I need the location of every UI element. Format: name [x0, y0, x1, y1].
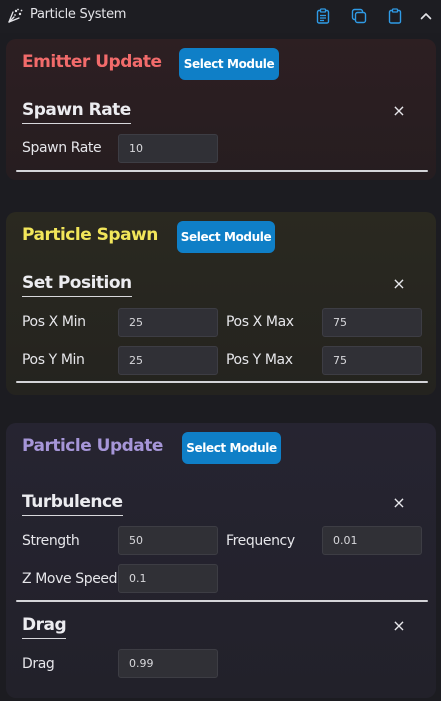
module-divider — [16, 600, 428, 602]
strength-input[interactable]: 50 — [118, 526, 218, 555]
copy-icon[interactable] — [349, 6, 369, 26]
module-divider — [16, 170, 428, 172]
emitter-update-section: Emitter Update Select Module Spawn Rate … — [6, 39, 436, 180]
pos-x-min-input[interactable]: 25 — [118, 308, 218, 337]
field-label-pos-y-max: Pos Y Max — [226, 352, 293, 368]
pos-x-max-input[interactable]: 75 — [322, 308, 422, 337]
particle-update-section: Particle Update Select Module Turbulence… — [6, 423, 436, 698]
field-label-pos-y-min: Pos Y Min — [22, 352, 85, 368]
module-title-spawn-rate: Spawn Rate — [22, 100, 131, 124]
section-title: Emitter Update — [22, 52, 162, 72]
field-label-drag: Drag — [22, 656, 55, 672]
field-label-pos-x-max: Pos X Max — [226, 314, 294, 330]
z-move-speed-input[interactable]: 0.1 — [118, 564, 218, 593]
clipboard-list-icon[interactable] — [313, 6, 333, 26]
module-title-set-position: Set Position — [22, 273, 132, 297]
field-label-pos-x-min: Pos X Min — [22, 314, 86, 330]
title-bar: Particle System — [0, 0, 441, 33]
particle-spawn-section: Particle Spawn Select Module Set Positio… — [6, 212, 436, 395]
drag-input[interactable]: 0.99 — [118, 649, 218, 678]
module-title-turbulence: Turbulence — [22, 492, 123, 516]
paste-icon[interactable] — [385, 6, 405, 26]
spawn-rate-input[interactable]: 10 — [118, 134, 218, 163]
chevron-up-icon[interactable] — [416, 6, 436, 26]
module-title-drag: Drag — [22, 615, 67, 639]
field-label-z-move-speed: Z Move Speed — [22, 571, 118, 587]
section-title: Particle Spawn — [22, 225, 158, 245]
section-title: Particle Update — [22, 436, 163, 456]
close-icon[interactable]: × — [391, 103, 407, 119]
window-title: Particle System — [30, 7, 127, 22]
select-module-button[interactable]: Select Module — [179, 48, 279, 80]
field-label-frequency: Frequency — [226, 533, 295, 549]
pos-y-min-input[interactable]: 25 — [118, 346, 218, 375]
field-label-strength: Strength — [22, 533, 80, 549]
particles-icon — [7, 8, 23, 24]
pos-y-max-input[interactable]: 75 — [322, 346, 422, 375]
field-label-spawn-rate: Spawn Rate — [22, 140, 102, 156]
select-module-button[interactable]: Select Module — [177, 221, 275, 253]
close-icon[interactable]: × — [391, 618, 407, 634]
close-icon[interactable]: × — [391, 276, 407, 292]
frequency-input[interactable]: 0.01 — [322, 526, 422, 555]
select-module-button[interactable]: Select Module — [182, 432, 281, 464]
close-icon[interactable]: × — [391, 495, 407, 511]
module-divider — [16, 381, 428, 383]
